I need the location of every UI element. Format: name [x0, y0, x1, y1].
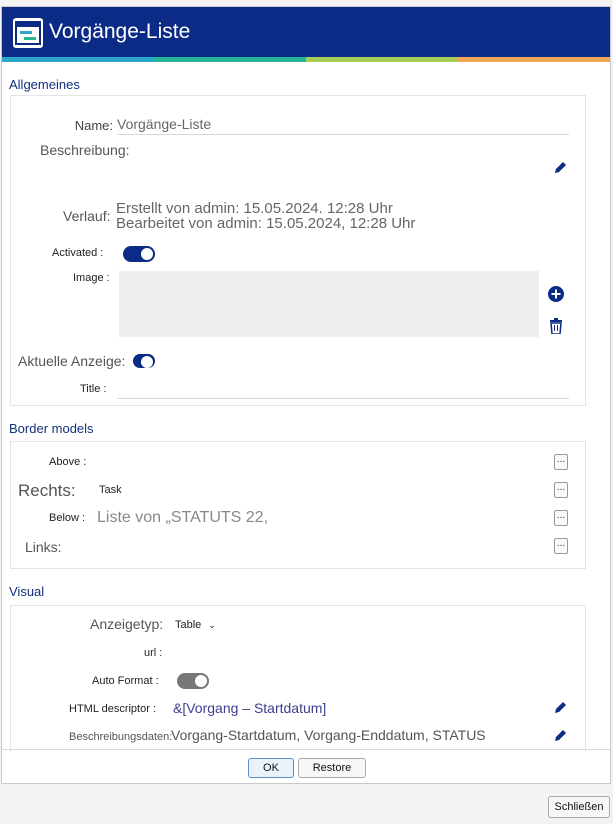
- title-bar: Vorgänge-Liste: [2, 7, 610, 57]
- current-display-toggle[interactable]: [133, 354, 155, 368]
- restore-button[interactable]: Restore: [298, 758, 366, 778]
- auto-format-label: Auto Format :: [92, 675, 159, 687]
- history-label: Verlauf:: [63, 208, 111, 224]
- edited-info: Bearbeitet von admin: 15.05.2024, 12:28 …: [116, 215, 416, 232]
- pencil-icon[interactable]: [552, 700, 568, 716]
- display-type-label: Anzeigetyp:: [90, 616, 164, 632]
- activated-toggle[interactable]: [123, 246, 155, 262]
- below-value: Liste von „STATUTS 22,: [97, 509, 269, 526]
- title-label: Title :: [80, 383, 107, 395]
- ok-button[interactable]: OK: [248, 758, 294, 778]
- title-field[interactable]: [117, 398, 569, 399]
- section-title-visual: Visual: [9, 584, 45, 599]
- activated-label: Activated :: [52, 247, 104, 259]
- below-dots-button[interactable]: ...: [554, 510, 568, 526]
- url-label: url :: [144, 647, 163, 659]
- close-button[interactable]: Schließen: [548, 796, 610, 818]
- section-title-general: Allgemeines: [9, 77, 80, 92]
- add-circle-icon[interactable]: [548, 286, 564, 302]
- right-value: Task: [99, 484, 122, 496]
- section-title-border: Border models: [9, 421, 94, 436]
- dialog-window: Vorgänge-Liste Allgemeines Name: Vorgäng…: [1, 6, 611, 784]
- current-display-label: Aktuelle Anzeige:: [18, 353, 126, 369]
- chevron-down-icon: ⌄: [208, 620, 216, 630]
- above-label: Above :: [49, 456, 87, 468]
- display-type-select[interactable]: Table ⌄: [175, 619, 216, 631]
- below-label: Below :: [49, 512, 86, 524]
- html-descriptor-label: HTML descriptor :: [69, 703, 157, 715]
- right-label: Rechts:: [18, 481, 76, 500]
- general-panel: Name: Vorgänge-Liste Beschreibung: Verla…: [10, 95, 586, 406]
- pencil-icon[interactable]: [552, 728, 568, 744]
- list-app-icon: [13, 18, 43, 48]
- description-data-value[interactable]: Vorgang-Startdatum, Vorgang-Enddatum, ST…: [171, 727, 486, 743]
- window-title: Vorgänge-Liste: [49, 20, 191, 43]
- right-dots-button[interactable]: ...: [554, 482, 568, 498]
- name-field[interactable]: Vorgänge-Liste: [117, 116, 211, 132]
- left-dots-button[interactable]: ...: [554, 538, 568, 554]
- color-stripes: [2, 57, 610, 62]
- above-dots-button[interactable]: ...: [554, 454, 568, 470]
- description-label: Beschreibung:: [40, 142, 130, 158]
- image-label: Image :: [73, 272, 110, 284]
- left-label: Links:: [25, 539, 62, 555]
- image-dropzone[interactable]: [119, 271, 539, 337]
- visual-panel: Anzeigetyp: Table ⌄ url : Auto Format : …: [10, 605, 586, 751]
- name-label: Name:: [74, 118, 113, 133]
- trash-icon[interactable]: [548, 318, 564, 335]
- display-type-value: Table: [175, 619, 202, 631]
- auto-format-toggle[interactable]: [177, 673, 209, 689]
- pencil-icon[interactable]: [552, 160, 568, 176]
- description-data-label: Beschreibungsdaten:: [69, 731, 173, 743]
- html-descriptor-value[interactable]: &[Vorgang – Startdatum]: [173, 700, 326, 716]
- border-panel: Above : ... Rechts: Task ... Below : Lis…: [10, 441, 586, 569]
